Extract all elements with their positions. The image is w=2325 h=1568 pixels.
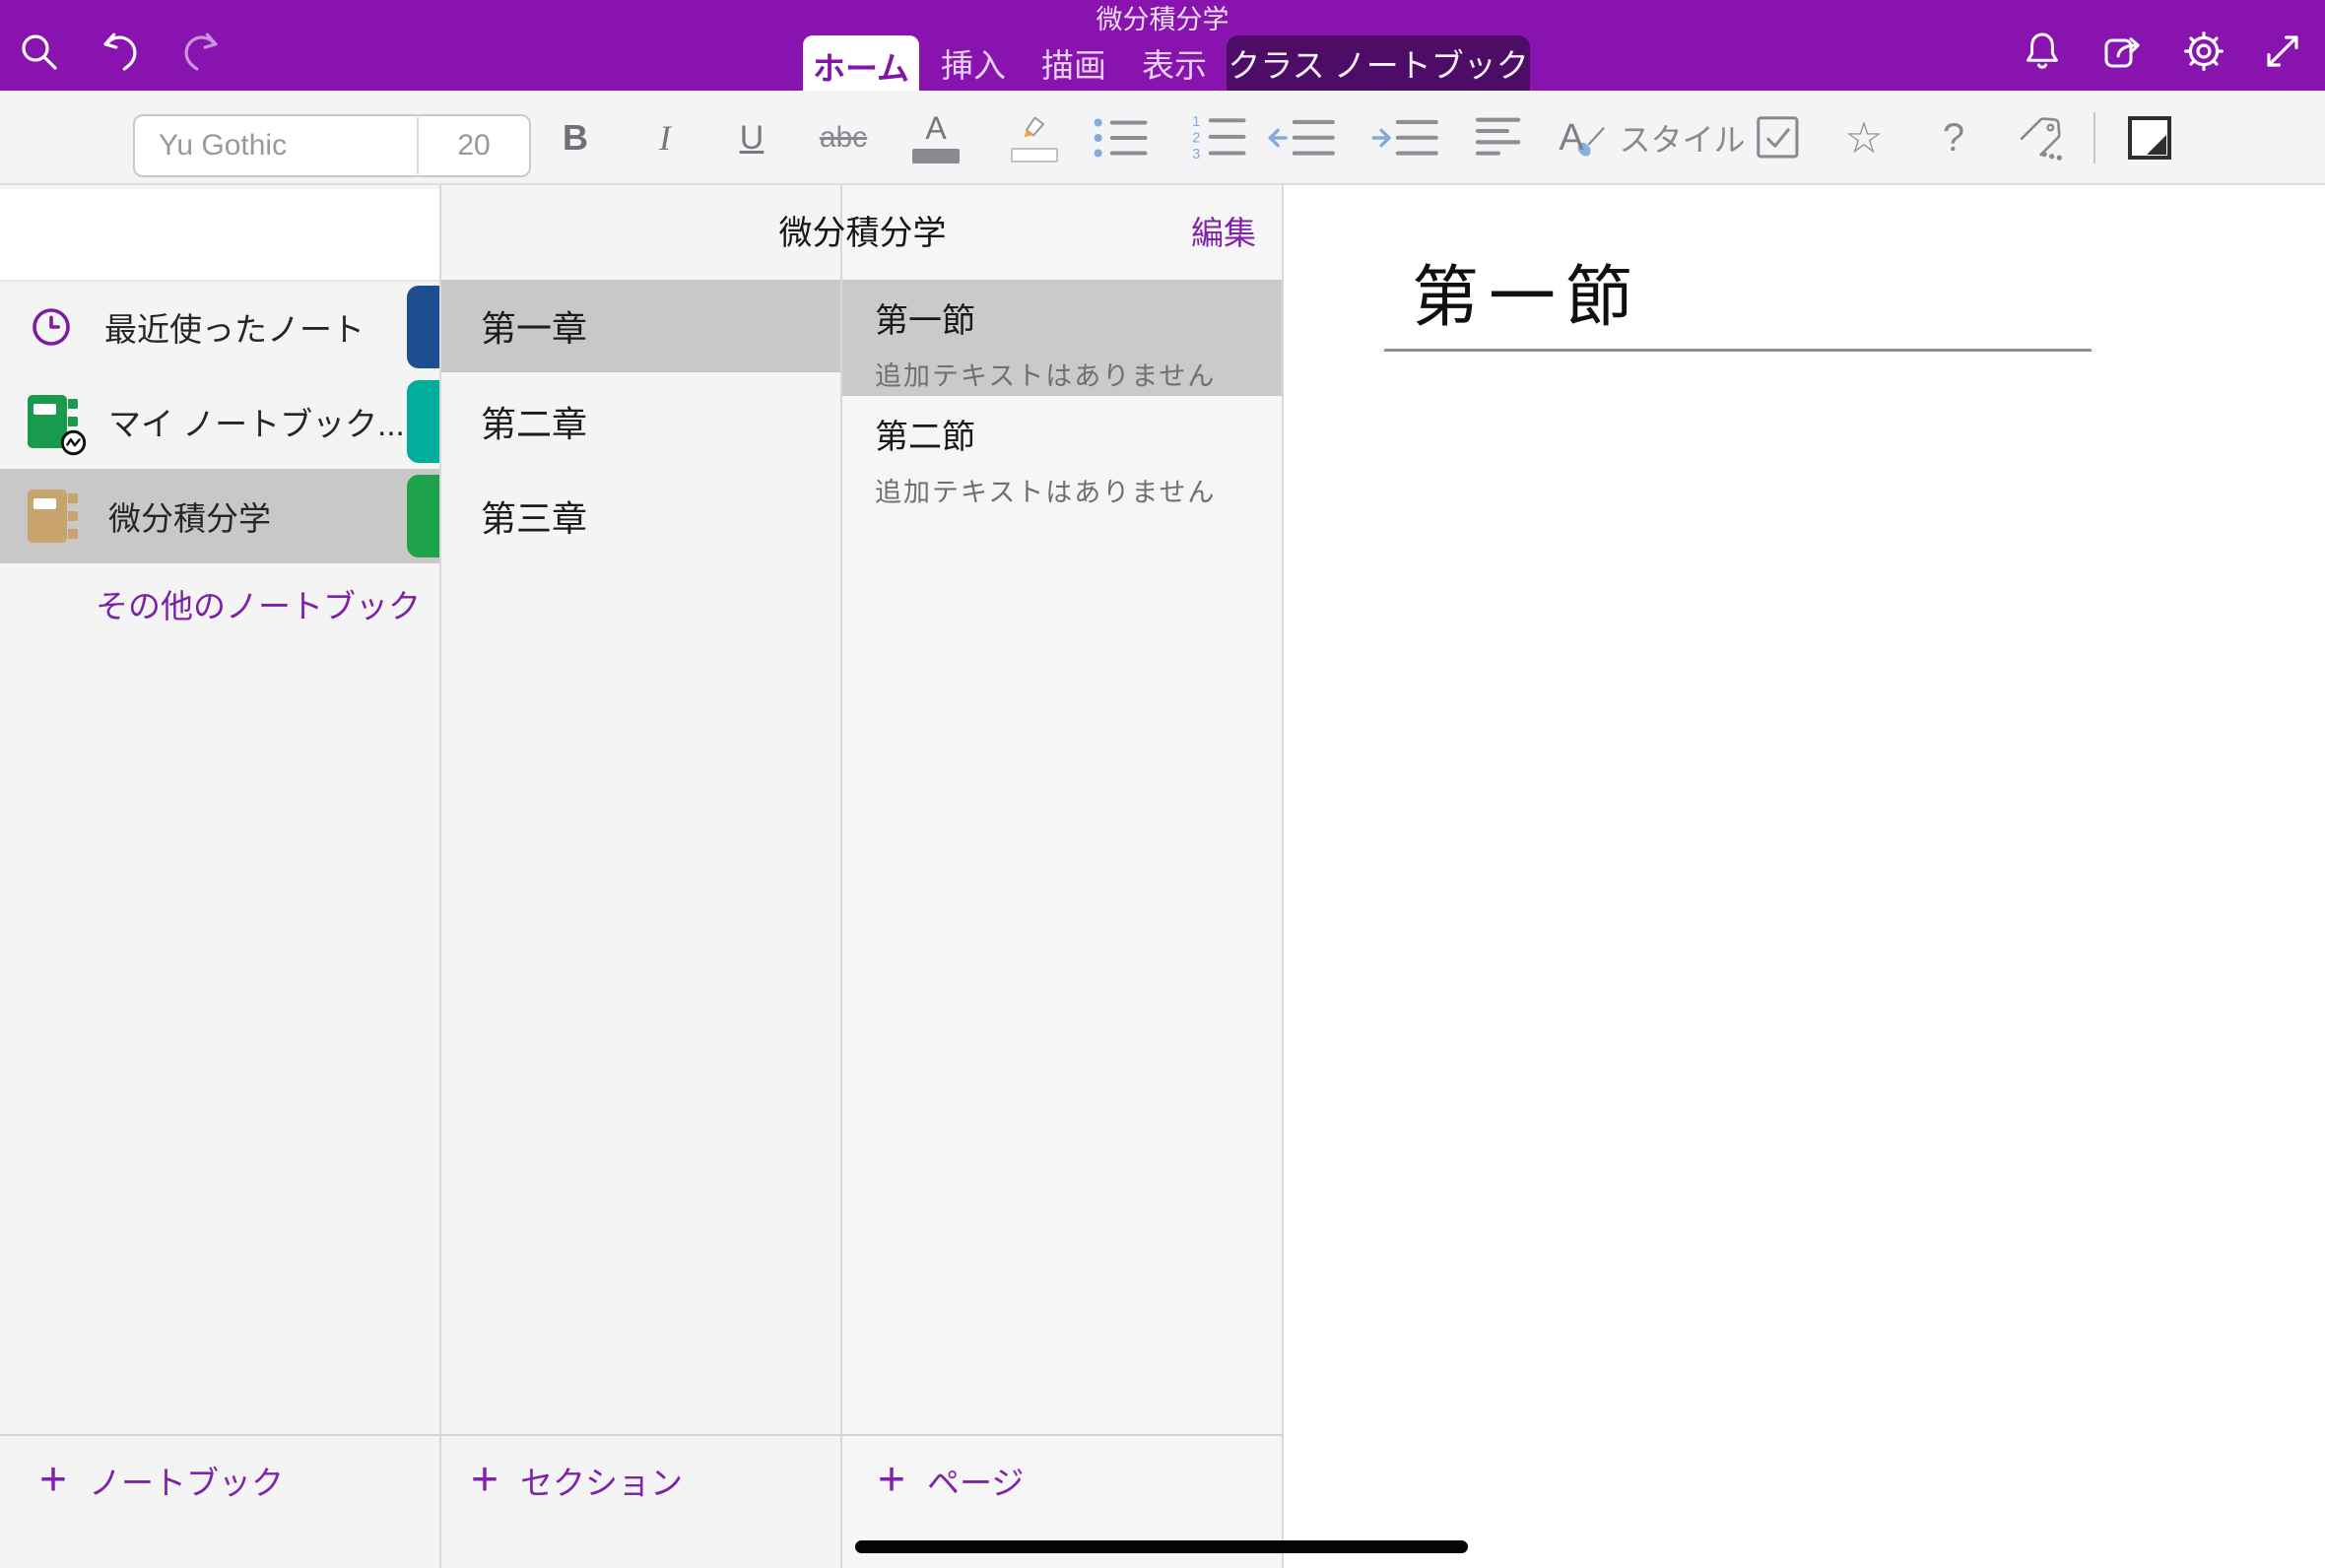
panes: 最近使ったノート マイ ノートブック... 微分積分学 xyxy=(0,185,2325,1568)
page-color-icon xyxy=(2128,116,2171,160)
highlighter-button[interactable] xyxy=(995,91,1074,185)
italic-button[interactable]: I xyxy=(637,91,693,185)
bullet-list-icon xyxy=(1092,113,1153,163)
star-button[interactable]: ☆ xyxy=(1825,91,1903,185)
font-size[interactable]: 20 xyxy=(417,117,529,174)
sync-badge-icon xyxy=(60,429,87,456)
sidebar-item-label: 微分積分学 xyxy=(108,492,271,540)
sidebar-item-label: マイ ノートブック... xyxy=(108,398,405,445)
notebook-edge-tab-teal xyxy=(407,380,439,463)
settings-icon[interactable] xyxy=(2180,28,2227,75)
document-title: 微分積分学 xyxy=(0,2,2325,37)
tag-button[interactable] xyxy=(2003,91,2082,185)
highlighter-icon xyxy=(1011,113,1058,163)
notebook-icon xyxy=(28,490,79,543)
page-content[interactable]: 第一節 xyxy=(1284,185,2325,1568)
title-underline xyxy=(1384,349,2092,352)
search-icon[interactable] xyxy=(15,28,62,75)
svg-text:1: 1 xyxy=(1192,114,1200,130)
bullet-list-button[interactable] xyxy=(1079,91,1165,185)
svg-text:2: 2 xyxy=(1192,130,1200,146)
numbered-list-button[interactable]: 1 2 3 xyxy=(1177,91,1264,185)
format-toolbar: Yu Gothic 20 B I U abc A xyxy=(0,91,2325,185)
section-item-1[interactable]: 第一章 xyxy=(441,280,840,372)
notebook-title: 微分積分学 xyxy=(441,185,1284,282)
plus-icon: + xyxy=(39,1457,67,1504)
styles-button[interactable]: A スタイル xyxy=(1549,91,1756,185)
home-indicator[interactable] xyxy=(855,1540,1468,1553)
plus-icon: + xyxy=(471,1457,498,1504)
sidebar-item-label: 最近使ったノート xyxy=(104,303,365,351)
add-section-button[interactable]: + セクション xyxy=(471,1451,683,1510)
tab-insert[interactable]: 挿入 xyxy=(926,35,1021,91)
topbar: 微分積分学 ホーム 挿入 描画 表示 クラス ノートブック xyxy=(0,0,2325,91)
indent-button[interactable] xyxy=(1357,91,1455,185)
page-item-2[interactable]: 第二節 追加テキストはありません xyxy=(842,396,1282,512)
toolbar-divider xyxy=(2093,112,2095,163)
plus-icon: + xyxy=(878,1457,905,1504)
help-button[interactable]: ? xyxy=(1914,91,1993,185)
bold-button[interactable]: B xyxy=(548,91,603,185)
section-item-3[interactable]: 第三章 xyxy=(441,469,840,563)
page-color-button[interactable] xyxy=(2110,91,2189,185)
alignment-icon xyxy=(1476,113,1527,163)
sidebar-item-recent-notes[interactable]: 最近使ったノート xyxy=(0,280,439,374)
styles-label: スタイル xyxy=(1620,115,1746,161)
notebook-sync-icon xyxy=(28,395,79,448)
todo-checkbox-button[interactable] xyxy=(1739,91,1818,185)
font-picker[interactable]: Yu Gothic 20 xyxy=(133,114,531,177)
tab-view[interactable]: 表示 xyxy=(1127,35,1222,91)
add-page-button[interactable]: + ページ xyxy=(878,1451,1024,1510)
notebook-list-header: 微分積分学 編集 xyxy=(441,185,1284,282)
font-color-button[interactable]: A xyxy=(897,91,975,185)
sections-panel: 第一章 第二章 第三章 + セクション xyxy=(441,185,842,1568)
font-name[interactable]: Yu Gothic xyxy=(135,129,417,163)
notifications-icon[interactable] xyxy=(2019,28,2066,75)
outdent-icon xyxy=(1268,113,1337,163)
strikethrough-button[interactable]: abc xyxy=(804,91,883,185)
sidebar-item-calculus[interactable]: 微分積分学 xyxy=(0,469,439,563)
undo-icon[interactable] xyxy=(98,28,145,75)
add-notebook-button[interactable]: + ノートブック xyxy=(39,1451,284,1510)
notebooks-sidebar: 最近使ったノート マイ ノートブック... 微分積分学 xyxy=(0,185,441,1568)
redo-icon[interactable] xyxy=(176,28,224,75)
underline-button[interactable]: U xyxy=(724,91,779,185)
clock-icon xyxy=(28,303,75,351)
notebook-edge-tab-blue xyxy=(407,286,439,368)
tab-class-notebook[interactable]: クラス ノートブック xyxy=(1227,35,1530,91)
page-item-1[interactable]: 第一節 追加テキストはありません xyxy=(842,280,1282,396)
alignment-button[interactable] xyxy=(1460,91,1543,185)
numbered-list-icon: 1 2 3 xyxy=(1190,112,1251,163)
font-color-icon: A xyxy=(912,112,960,163)
sidebar-header-area xyxy=(0,189,439,282)
notebook-edge-tab-green xyxy=(407,475,439,557)
section-item-2[interactable]: 第二章 xyxy=(441,374,840,469)
sidebar-item-my-notebook[interactable]: マイ ノートブック... xyxy=(0,374,439,469)
more-notebooks-link[interactable]: その他のノートブック xyxy=(96,577,421,636)
tab-home[interactable]: ホーム xyxy=(803,35,919,96)
pages-panel: 第一節 追加テキストはありません 第二節 追加テキストはありません + ページ xyxy=(842,185,1284,1568)
share-icon[interactable] xyxy=(2099,28,2147,75)
indent-icon xyxy=(1371,113,1440,163)
page-title[interactable]: 第一節 xyxy=(1412,242,1642,340)
expand-icon[interactable] xyxy=(2259,28,2306,75)
onenote-app: 微分積分学 ホーム 挿入 描画 表示 クラス ノートブック xyxy=(0,0,2325,1568)
svg-text:3: 3 xyxy=(1192,147,1200,163)
star-icon: ☆ xyxy=(1844,113,1883,163)
tag-icon xyxy=(2018,113,2067,163)
footer-divider xyxy=(0,1434,1284,1436)
todo-checkbox-icon xyxy=(1755,114,1802,162)
outdent-button[interactable] xyxy=(1253,91,1352,185)
tab-draw[interactable]: 描画 xyxy=(1027,35,1121,91)
edit-button[interactable]: 編集 xyxy=(1191,185,1256,282)
